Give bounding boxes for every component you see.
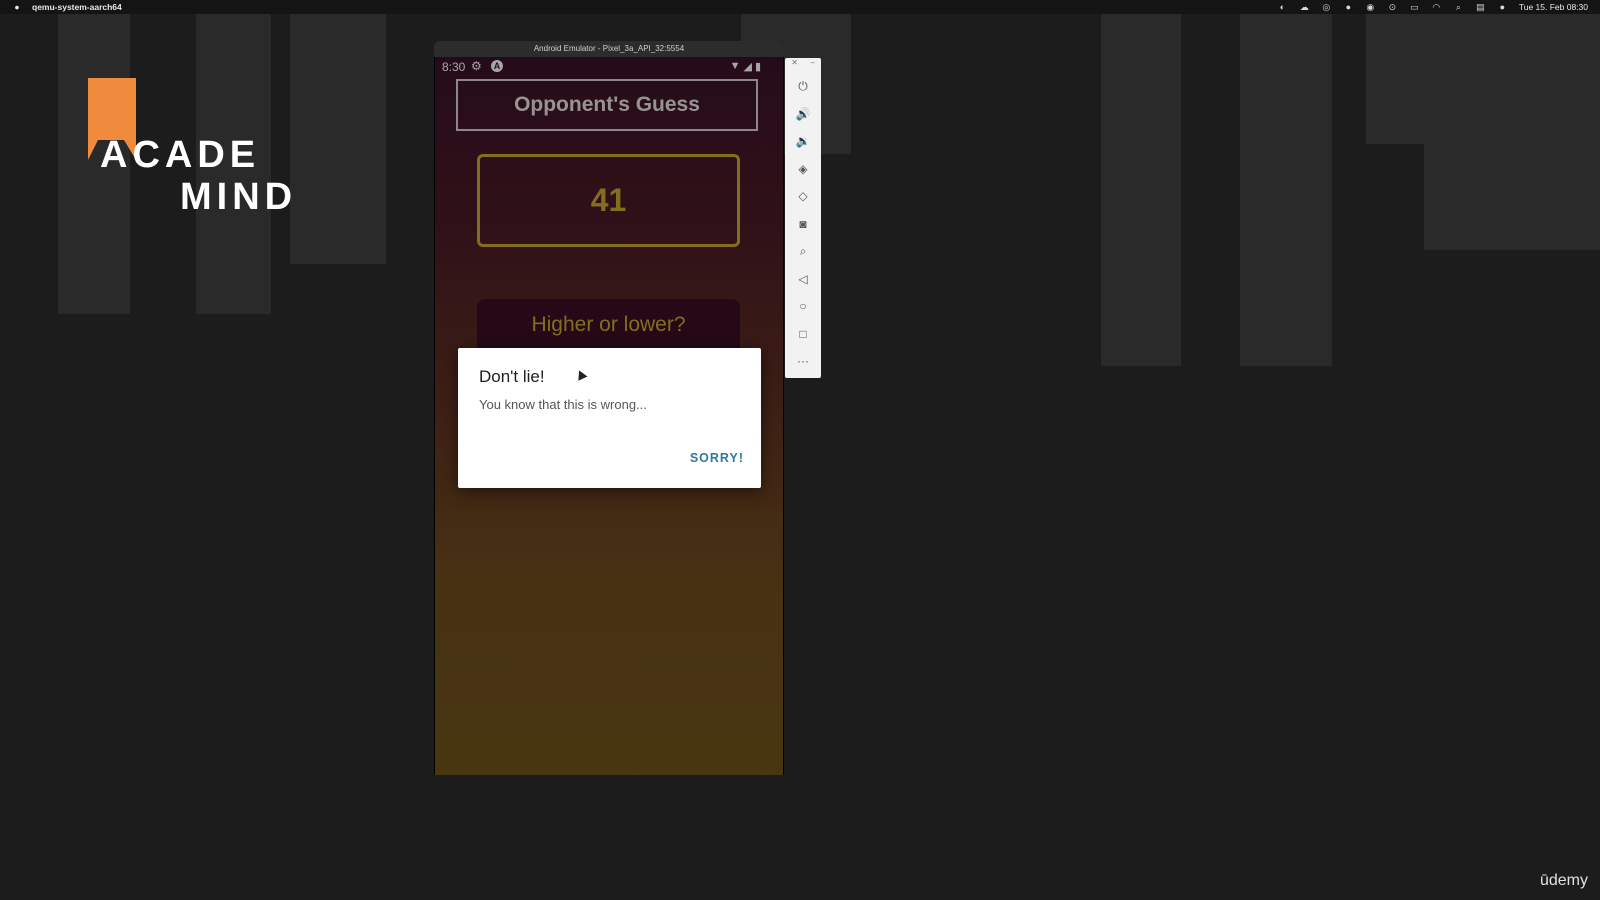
power-icon[interactable]: ⏻: [791, 75, 815, 97]
app-icon-6[interactable]: ⊙: [1387, 2, 1398, 13]
toolbar-header: ✕ –: [785, 58, 821, 71]
wifi-icon[interactable]: ◠: [1431, 2, 1442, 13]
menu-bar: ● qemu-system-aarch64 ◐ ☁ ◎ ● ◉ ⊙ ▭ ◠ ⌕ …: [0, 0, 1600, 14]
overview-icon[interactable]: □: [791, 323, 815, 345]
app-icon-3[interactable]: ◎: [1321, 2, 1332, 13]
back-icon[interactable]: ◁: [791, 268, 815, 290]
volume-down-icon[interactable]: 🔉: [791, 130, 815, 152]
volume-up-icon[interactable]: 🔊: [791, 103, 815, 125]
background-shape: [1424, 14, 1600, 250]
rotate-right-icon[interactable]: ◇: [791, 185, 815, 207]
emulator-toolbar: ✕ – ⏻ 🔊 🔉 ◈ ◇ ◙ ⌕ ◁ ○ □ ···: [785, 58, 821, 378]
menu-clock[interactable]: Tue 15. Feb 08:30: [1519, 2, 1588, 12]
zoom-icon[interactable]: ⌕: [791, 240, 815, 262]
logo-text-line2: MIND: [180, 176, 298, 218]
dialog-title: Don't lie!: [479, 367, 545, 386]
rotate-left-icon[interactable]: ◈: [791, 158, 815, 180]
background-shape: [1240, 14, 1332, 366]
close-icon[interactable]: ✕: [791, 58, 798, 71]
app-icon-1[interactable]: ◐: [1277, 2, 1288, 12]
udemy-watermark: ūdemy: [1539, 872, 1588, 889]
battery-icon[interactable]: ▭: [1409, 2, 1420, 13]
active-app-name[interactable]: qemu-system-aarch64: [32, 2, 122, 12]
emulator-window: Android Emulator - Pixel_3a_API_32:5554 …: [434, 41, 784, 775]
app-icon-2[interactable]: ☁: [1299, 2, 1310, 13]
camera-icon[interactable]: ◙: [791, 213, 815, 235]
sorry-button[interactable]: SORRY!: [690, 451, 744, 465]
app-icon-5[interactable]: ◉: [1365, 2, 1376, 13]
background-shape: [1101, 14, 1181, 366]
device-screen: 8:30 ⚙ A ▼ ◢ ▮ Opponent's Guess 41 Highe…: [435, 57, 783, 775]
minimize-icon[interactable]: –: [810, 58, 814, 71]
control-center-icon[interactable]: ▤: [1475, 2, 1486, 13]
home-icon[interactable]: ○: [791, 295, 815, 317]
more-icon[interactable]: ···: [791, 350, 815, 372]
app-icon-4[interactable]: ●: [1343, 2, 1354, 12]
logo-text-line1: ACADE: [100, 134, 261, 176]
academind-logo: ACADE MIND: [84, 78, 314, 218]
status-menus: ◐ ☁ ◎ ● ◉ ⊙ ▭ ◠ ⌕ ▤ ● Tue 15. Feb 08:30: [1277, 0, 1588, 14]
search-icon[interactable]: ⌕: [1453, 2, 1464, 13]
emulator-title-bar[interactable]: Android Emulator - Pixel_3a_API_32:5554: [434, 41, 784, 57]
dialog-message: You know that this is wrong...: [479, 397, 647, 412]
apple-icon[interactable]: ●: [12, 2, 22, 12]
alert-dialog: Don't lie! You know that this is wrong..…: [458, 348, 761, 488]
siri-icon[interactable]: ●: [1497, 2, 1508, 12]
